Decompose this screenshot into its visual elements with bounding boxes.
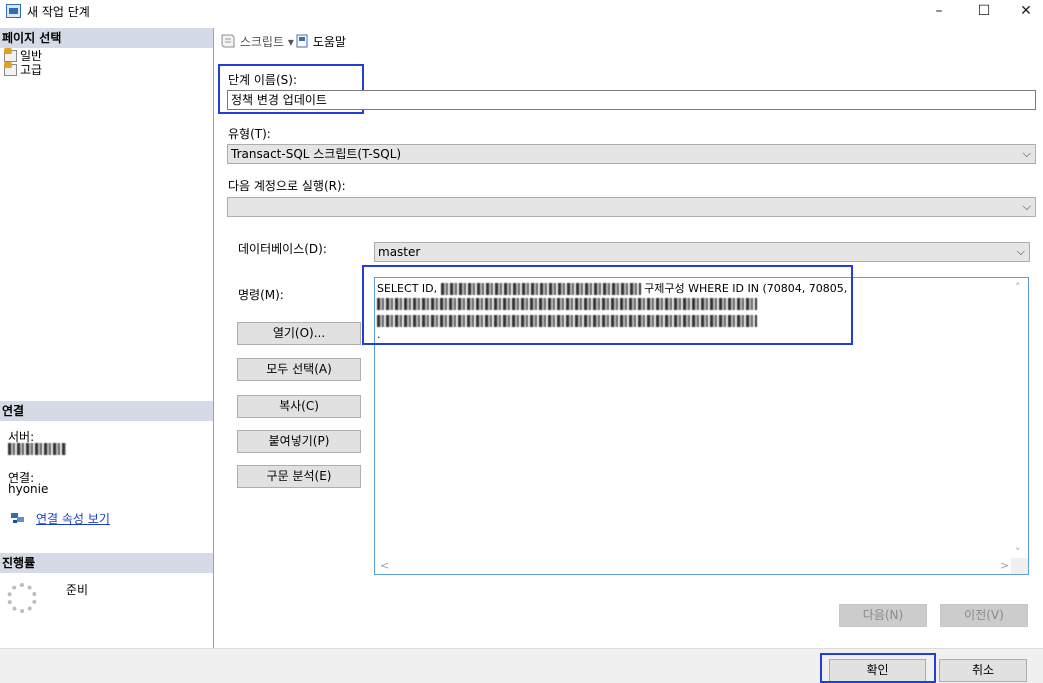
page-item-advanced[interactable]: 고급 <box>2 62 43 77</box>
select-page-header: 페이지 선택 <box>0 28 213 48</box>
database-label: 데이터베이스(D): <box>238 242 327 256</box>
page-item-label: 일반 <box>20 49 43 63</box>
script-button[interactable]: 스크립트 ▾ <box>220 33 294 50</box>
vertical-scrollbar[interactable]: ˄ ˅ <box>1011 278 1028 559</box>
page-icon <box>4 48 17 62</box>
left-panel: 페이지 선택 일반 고급 연결 서버: 연결: hyonie 연결 속성 보기 … <box>0 28 214 648</box>
ok-highlight-box <box>820 653 936 683</box>
type-select[interactable]: Transact-SQL 스크립트(T-SQL) ⌵ <box>227 144 1036 164</box>
cancel-button[interactable]: 취소 <box>939 659 1027 682</box>
copy-button[interactable]: 복사(C) <box>237 395 361 418</box>
app-icon <box>6 4 21 18</box>
type-label: 유형(T): <box>228 127 271 141</box>
window-title: 새 작업 단계 <box>27 5 90 19</box>
progress-header: 진행률 <box>0 553 213 573</box>
help-icon <box>296 34 308 48</box>
horizontal-scrollbar[interactable]: < > <box>375 558 1012 574</box>
page-item-label: 고급 <box>20 63 43 77</box>
server-value-redacted <box>8 441 66 455</box>
help-button[interactable]: 도움말 <box>296 33 346 50</box>
scroll-left-icon[interactable]: < <box>380 559 389 572</box>
view-connection-properties-link[interactable]: 연결 속성 보기 <box>36 510 110 527</box>
help-label: 도움말 <box>312 35 346 49</box>
scroll-up-icon[interactable]: ˄ <box>1015 281 1021 294</box>
run-as-label: 다음 계정으로 실행(R): <box>228 179 346 193</box>
maximize-button[interactable]: ☐ <box>961 0 1007 22</box>
connection-header: 연결 <box>0 401 213 421</box>
run-as-select[interactable]: ⌵ <box>227 197 1036 217</box>
scroll-right-icon[interactable]: > <box>1000 559 1009 572</box>
select-all-button[interactable]: 모두 선택(A) <box>237 358 361 381</box>
parse-button[interactable]: 구문 분석(E) <box>237 465 361 488</box>
connection-value: hyonie <box>8 482 49 496</box>
previous-button[interactable]: 이전(V) <box>940 604 1028 627</box>
minimize-button[interactable]: – <box>916 0 962 22</box>
chevron-down-icon: ⌵ <box>1022 147 1031 160</box>
close-button[interactable]: ✕ <box>1003 0 1043 22</box>
chevron-down-icon: ⌵ <box>1022 200 1031 213</box>
step-name-input[interactable]: 정책 변경 업데이트 <box>227 90 1036 110</box>
progress-status: 준비 <box>66 583 89 597</box>
database-select[interactable]: master ⌵ <box>374 242 1030 262</box>
next-button[interactable]: 다음(N) <box>839 604 927 627</box>
page-item-general[interactable]: 일반 <box>2 48 43 63</box>
step-name-label: 단계 이름(S): <box>228 73 297 87</box>
type-select-value: Transact-SQL 스크립트(T-SQL) <box>231 147 402 161</box>
progress-spinner-icon <box>7 583 37 613</box>
open-button[interactable]: 열기(O)... <box>237 322 361 345</box>
script-label: 스크립트 <box>239 35 284 49</box>
connection-properties-icon <box>11 512 25 524</box>
scroll-corner <box>1011 558 1028 574</box>
title-bar: 새 작업 단계 – ☐ ✕ <box>0 0 1043 22</box>
chevron-down-icon: ⌵ <box>1016 245 1025 258</box>
page-icon <box>4 62 17 76</box>
command-label: 명령(M): <box>238 288 284 302</box>
script-dropdown-icon[interactable]: ▾ <box>288 35 294 49</box>
paste-button[interactable]: 붙여넣기(P) <box>237 430 361 453</box>
script-icon <box>221 34 235 48</box>
database-select-value: master <box>378 245 421 259</box>
command-highlight-box <box>362 265 853 345</box>
